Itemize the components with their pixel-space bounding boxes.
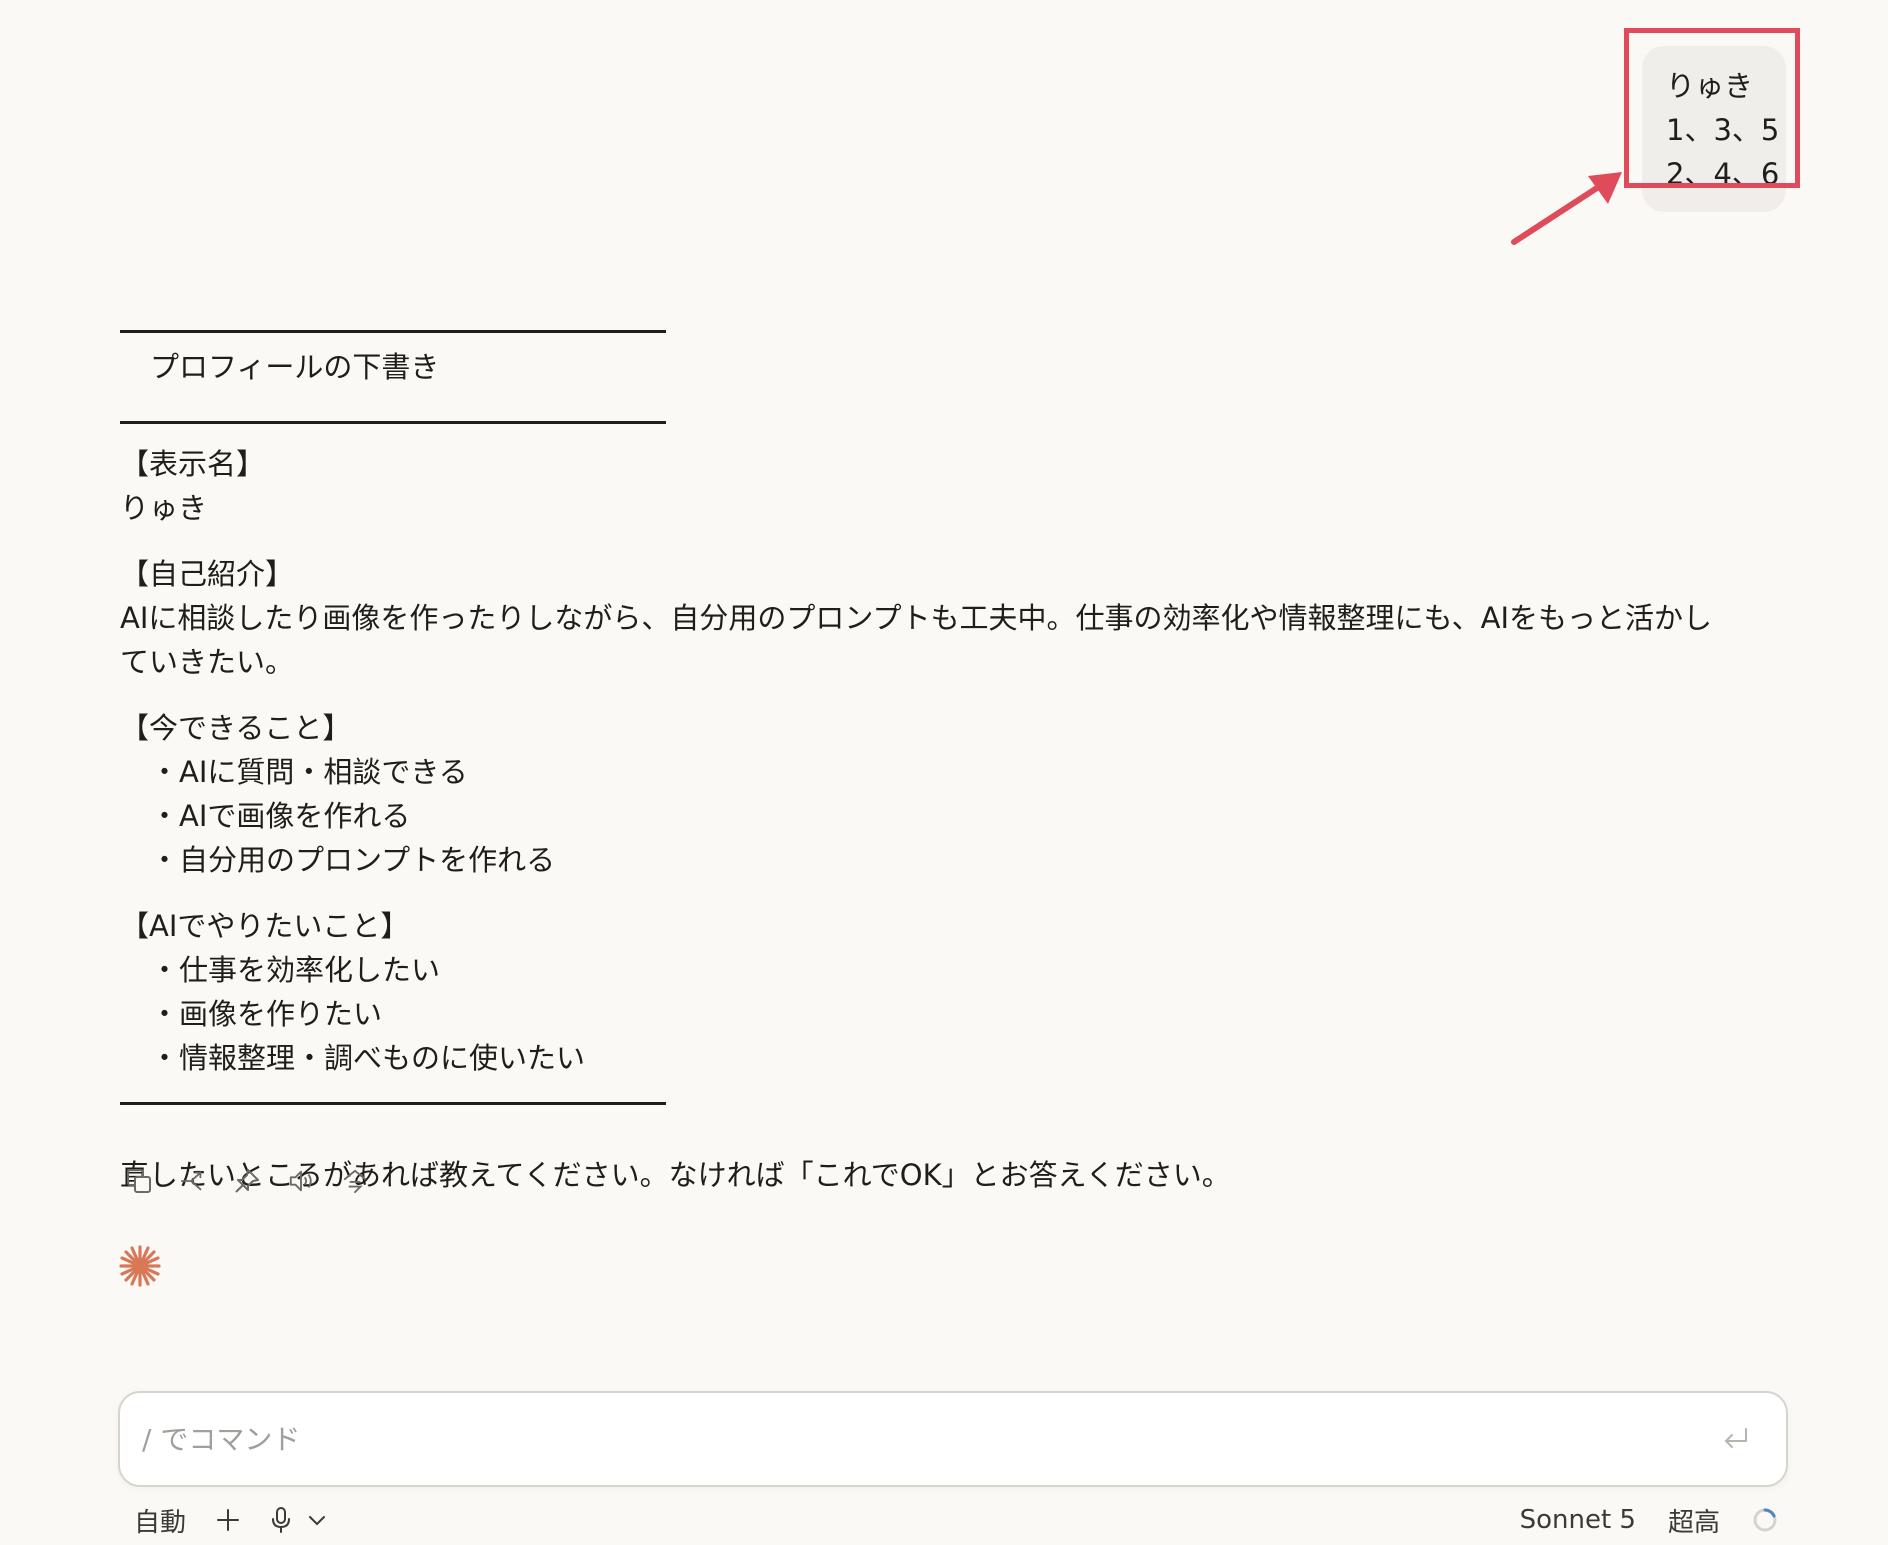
- send-icon[interactable]: [1722, 1427, 1750, 1451]
- list-item: ・自分用のプロンプトを作れる: [150, 843, 556, 877]
- divider-line: [120, 330, 666, 333]
- chat-composer: [118, 1391, 1788, 1487]
- speaker-button[interactable]: [288, 1166, 314, 1196]
- plus-icon: [217, 1509, 240, 1531]
- list-item: ・画像を作りたい: [150, 997, 383, 1031]
- chat-input[interactable]: [142, 1415, 1642, 1463]
- message-actions: [126, 1166, 368, 1196]
- model-selector[interactable]: Sonnet 5: [1520, 1500, 1636, 1540]
- list-item: ・情報整理・調べものに使いたい: [150, 1041, 586, 1075]
- display-name-value: りゅき: [120, 491, 208, 525]
- speaker-icon: [289, 1170, 312, 1192]
- pin-button[interactable]: [234, 1166, 260, 1196]
- section-heading-display-name: 【表示名】: [120, 447, 266, 481]
- effort-selector[interactable]: 超高: [1668, 1500, 1720, 1540]
- branch-button[interactable]: [180, 1166, 206, 1196]
- list-item: ・AIに質問・相談できる: [150, 755, 468, 789]
- progress-ring-icon: [1753, 1508, 1777, 1532]
- divider-line: [120, 1102, 666, 1105]
- context-usage-indicator[interactable]: [1752, 1500, 1778, 1540]
- add-attachment-button[interactable]: [216, 1500, 240, 1540]
- claude-spark-icon: [119, 1245, 161, 1287]
- annotation-highlight-box: [1624, 28, 1800, 188]
- translate-button[interactable]: [342, 1166, 368, 1196]
- branch-icon: [180, 1171, 202, 1191]
- microphone-icon: [272, 1507, 291, 1533]
- section-heading-can-do: 【今できること】: [120, 711, 352, 745]
- copy-button[interactable]: [126, 1166, 152, 1196]
- divider-line: [120, 421, 666, 424]
- section-heading-want: 【AIでやりたいこと】: [120, 909, 410, 943]
- list-item: ・仕事を効率化したい: [150, 953, 441, 987]
- translate-icon: [343, 1169, 367, 1194]
- section-heading-intro: 【自己紹介】: [120, 557, 295, 591]
- chevron-down-icon: [309, 1516, 326, 1526]
- intro-text: AIに相談したり画像を作ったりしながら、自分用のプロンプトも工夫中。仕事の効率化…: [120, 601, 1713, 679]
- mode-selector[interactable]: 自動: [134, 1500, 186, 1540]
- copy-icon: [127, 1169, 151, 1193]
- assistant-reply: プロフィールの下書き 【表示名】 りゅき 【自己紹介】 AIに相談したり画像を作…: [120, 300, 1720, 1197]
- bottom-toolbar: 自動 Sonnet 5 超高: [118, 1500, 1788, 1540]
- voice-input-button[interactable]: [270, 1500, 328, 1540]
- draft-title: プロフィールの下書き: [150, 350, 440, 384]
- pin-icon: [235, 1169, 259, 1193]
- list-item: ・AIで画像を作れる: [150, 799, 411, 833]
- annotation-arrow-icon: [1511, 172, 1622, 245]
